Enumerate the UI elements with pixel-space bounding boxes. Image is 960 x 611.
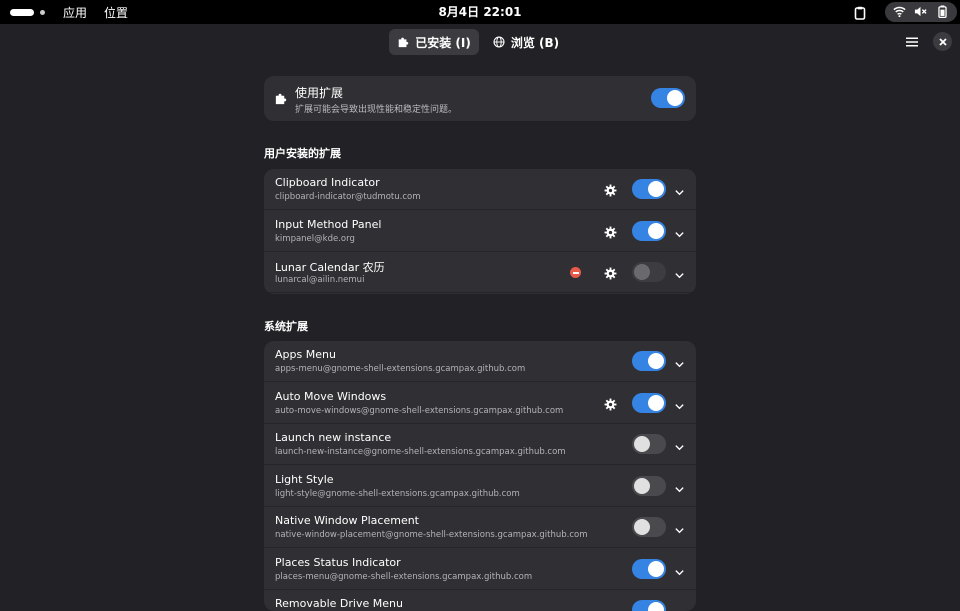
- chevron-down-icon[interactable]: [674, 521, 685, 534]
- settings-gear-icon[interactable]: [604, 265, 617, 280]
- switch-knob: [648, 394, 664, 411]
- apps-menu-button[interactable]: 应用: [63, 4, 87, 21]
- tab-browse[interactable]: 浏览 (B): [488, 29, 564, 55]
- chevron-down-icon[interactable]: [674, 604, 685, 611]
- extension-name: Clipboard Indicator: [275, 176, 380, 189]
- chevron-down-icon[interactable]: [674, 183, 685, 196]
- switch-knob: [667, 90, 683, 106]
- clock[interactable]: 8月4日 22:01: [0, 0, 960, 24]
- clipboard-icon[interactable]: [853, 5, 867, 20]
- extension-name: Apps Menu: [275, 348, 336, 361]
- extension-name: Lunar Calendar 农历: [275, 261, 385, 274]
- extension-switch[interactable]: [632, 517, 666, 537]
- switch-knob: [634, 264, 650, 280]
- extension-name: Launch new instance: [275, 431, 392, 444]
- chevron-down-icon[interactable]: [674, 355, 685, 368]
- extension-row[interactable]: Launch new instance launch-new-instance@g…: [264, 424, 696, 465]
- extension-id: places-menu@gnome-shell-extensions.gcamp…: [275, 571, 533, 582]
- extension-name: Input Method Panel: [275, 217, 382, 231]
- switch-knob: [648, 181, 664, 197]
- extension-id: light-style@gnome-shell-extensions.gcamp…: [275, 488, 520, 499]
- extension-row[interactable]: Clipboard Indicator clipboard-indicator@t…: [264, 169, 696, 210]
- extension-switch[interactable]: [632, 475, 666, 496]
- system-status-menu[interactable]: [885, 2, 957, 22]
- places-menu-button[interactable]: 位置: [104, 4, 128, 21]
- extension-name: Native Window Placement: [275, 514, 419, 527]
- extension-switch[interactable]: [632, 179, 666, 199]
- switch-knob: [648, 560, 664, 577]
- battery-icon: [936, 3, 949, 22]
- puzzle-icon: [398, 37, 409, 48]
- extension-row[interactable]: Removable Drive Menudrive-menu@gnome-she…: [264, 590, 696, 611]
- top-bar: 应用 位置 8月4日 22:01: [0, 0, 960, 24]
- chevron-down-icon[interactable]: [674, 397, 685, 409]
- extension-row[interactable]: Auto Move Windows auto-move-windows@gnome…: [264, 383, 696, 424]
- use-extensions-subtitle: 扩展可能会导致出现性能和稳定性问题。: [295, 105, 458, 115]
- extension-name: Removable Drive Menu: [275, 597, 403, 610]
- chevron-down-icon[interactable]: [674, 480, 685, 492]
- switch-knob: [648, 222, 664, 239]
- switch-knob: [634, 477, 650, 494]
- volume-muted-icon: [914, 3, 928, 22]
- extension-id: native-window-placement@gnome-shell-exte…: [275, 530, 588, 540]
- extension-name: Auto Move Windows: [275, 389, 387, 403]
- extension-row[interactable]: Native Window Placement native-window-pla…: [264, 507, 696, 548]
- extension-id: clipboard-indicator@tudmotu.com: [275, 192, 421, 202]
- tab-installed[interactable]: 已安装 (I): [389, 29, 479, 55]
- extension-switch[interactable]: [632, 600, 666, 611]
- workspace-indicator-dot[interactable]: [40, 9, 45, 15]
- chevron-down-icon[interactable]: [674, 563, 685, 575]
- extension-id: kimpanel@kde.org: [275, 233, 355, 244]
- top-bar-left: 应用 位置: [10, 0, 128, 24]
- extension-row[interactable]: Apps Menu apps-menu@gnome-shell-extension…: [264, 341, 696, 382]
- extension-id: launch-new-instance@gnome-shell-extensio…: [275, 447, 566, 457]
- header-bar: 已安装 (I) 浏览 (B): [0, 24, 960, 60]
- extension-name: Light Style: [275, 472, 334, 486]
- workspace-indicator-active[interactable]: [10, 8, 34, 16]
- extension-switch[interactable]: [632, 351, 666, 371]
- switch-knob: [648, 353, 664, 369]
- system-extensions-heading: 系统扩展: [264, 320, 308, 333]
- switch-knob: [634, 519, 650, 535]
- user-extensions-heading: 用户安装的扩展: [264, 147, 341, 160]
- extension-switch[interactable]: [632, 558, 666, 579]
- chevron-down-icon[interactable]: [674, 438, 685, 451]
- extension-row[interactable]: Lunar Calendar 农历 lunarcal@ailin.nemui: [264, 252, 696, 293]
- puzzle-icon: [275, 93, 287, 105]
- hamburger-menu-icon: [906, 37, 918, 47]
- use-extensions-title: 使用扩展: [295, 86, 344, 100]
- use-extensions-switch[interactable]: [651, 88, 685, 108]
- settings-gear-icon[interactable]: [604, 182, 617, 197]
- extension-id: auto-move-windows@gnome-shell-extensions…: [275, 405, 564, 416]
- extension-switch[interactable]: [632, 220, 666, 241]
- extension-row[interactable]: Light Style light-style@gnome-shell-exten…: [264, 466, 696, 507]
- main-menu-button[interactable]: [902, 32, 922, 52]
- chevron-down-icon[interactable]: [674, 266, 685, 279]
- extension-id: apps-menu@gnome-shell-extensions.gcampax…: [275, 364, 526, 374]
- switch-knob: [634, 436, 650, 452]
- extension-switch[interactable]: [632, 392, 666, 413]
- extension-id: lunarcal@ailin.nemui: [275, 275, 365, 285]
- extension-row[interactable]: Places Status Indicator places-menu@gnome…: [264, 549, 696, 590]
- switch-knob: [648, 602, 664, 611]
- settings-gear-icon[interactable]: [604, 396, 617, 410]
- chevron-down-icon[interactable]: [674, 225, 685, 237]
- extension-switch[interactable]: [632, 262, 666, 282]
- close-icon: [938, 37, 947, 46]
- settings-gear-icon[interactable]: [604, 224, 617, 238]
- extension-name: Places Status Indicator: [275, 555, 401, 569]
- error-icon[interactable]: [570, 267, 581, 278]
- tab-installed-label: 已安装 (I): [415, 35, 471, 50]
- wifi-icon: [893, 3, 906, 22]
- extension-row[interactable]: Input Method Panel kimpanel@kde.org: [264, 211, 696, 252]
- user-extensions-list: Clipboard Indicator clipboard-indicator@t…: [264, 169, 696, 294]
- system-extensions-list: Apps Menu apps-menu@gnome-shell-extension…: [264, 341, 696, 611]
- close-window-button[interactable]: [933, 32, 952, 51]
- tab-browse-label: 浏览 (B): [510, 35, 560, 50]
- use-extensions-card: 使用扩展 扩展可能会导致出现性能和稳定性问题。: [264, 76, 696, 121]
- globe-icon: [493, 36, 505, 48]
- extension-switch[interactable]: [632, 434, 666, 454]
